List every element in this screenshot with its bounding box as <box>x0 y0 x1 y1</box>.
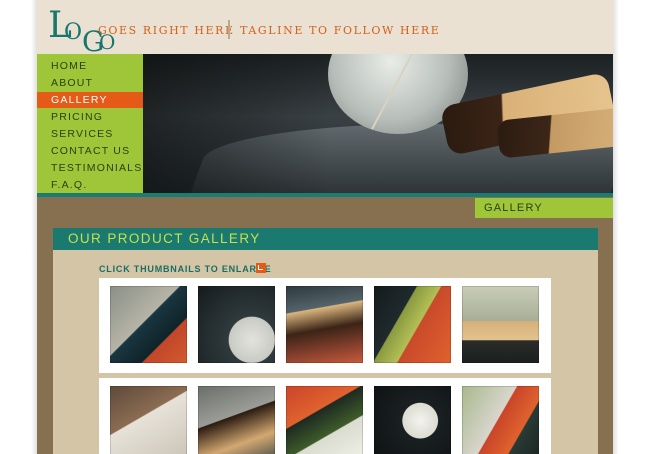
page-title: OUR PRODUCT GALLERY <box>68 231 261 246</box>
gallery-thumbnail[interactable] <box>198 286 275 363</box>
hero-image <box>143 54 613 193</box>
gallery-thumbnail[interactable] <box>110 286 187 363</box>
hero-shade <box>143 54 613 193</box>
hero-bottom-strip <box>37 193 613 197</box>
nav-item-home[interactable]: HOME <box>37 58 143 74</box>
gallery-thumbnail[interactable] <box>462 386 539 454</box>
gallery-thumbnail[interactable] <box>198 386 275 454</box>
nav-item-testimonials[interactable]: TESTIMONIALS <box>37 160 143 176</box>
nav-item-faq[interactable]: F.A.Q. <box>37 177 143 193</box>
tagline: TAGLINE TO FOLLOW HERE <box>240 24 441 37</box>
logo-subtext: GOES RIGHT HERE <box>98 24 235 37</box>
gallery-thumbnail[interactable] <box>374 386 451 454</box>
page-breadcrumb: GALLERY <box>475 198 613 218</box>
gallery-thumbnail[interactable] <box>286 286 363 363</box>
enlarge-icon <box>256 263 266 273</box>
thumbnail-row <box>99 278 551 373</box>
thumbnail-row <box>99 378 551 454</box>
site-container: L O G O GOES RIGHT HERE TAGLINE TO FOLLO… <box>37 0 613 454</box>
gallery-title-bar: OUR PRODUCT GALLERY <box>53 228 598 250</box>
nav-item-about[interactable]: ABOUT <box>37 75 143 91</box>
nav-item-gallery[interactable]: GALLERY <box>37 92 143 108</box>
nav-item-pricing[interactable]: PRICING <box>37 109 143 125</box>
gallery-instruction: CLICK THUMBNAILS TO ENLARGE <box>99 264 272 274</box>
gallery-panel: OUR PRODUCT GALLERY CLICK THUMBNAILS TO … <box>53 228 598 454</box>
header: L O G O GOES RIGHT HERE TAGLINE TO FOLLO… <box>37 0 613 56</box>
gallery-thumbnail[interactable] <box>462 286 539 363</box>
gallery-thumbnail[interactable] <box>286 386 363 454</box>
gallery-thumbnail[interactable] <box>374 286 451 363</box>
main-nav: HOME ABOUT GALLERY PRICING SERVICES CONT… <box>37 54 143 193</box>
gallery-thumbnail[interactable] <box>110 386 187 454</box>
nav-item-contact-us[interactable]: CONTACT US <box>37 143 143 159</box>
nav-item-services[interactable]: SERVICES <box>37 126 143 142</box>
page-shadow-right <box>613 0 619 454</box>
header-divider <box>228 20 230 39</box>
logo-letter: O <box>64 20 83 45</box>
